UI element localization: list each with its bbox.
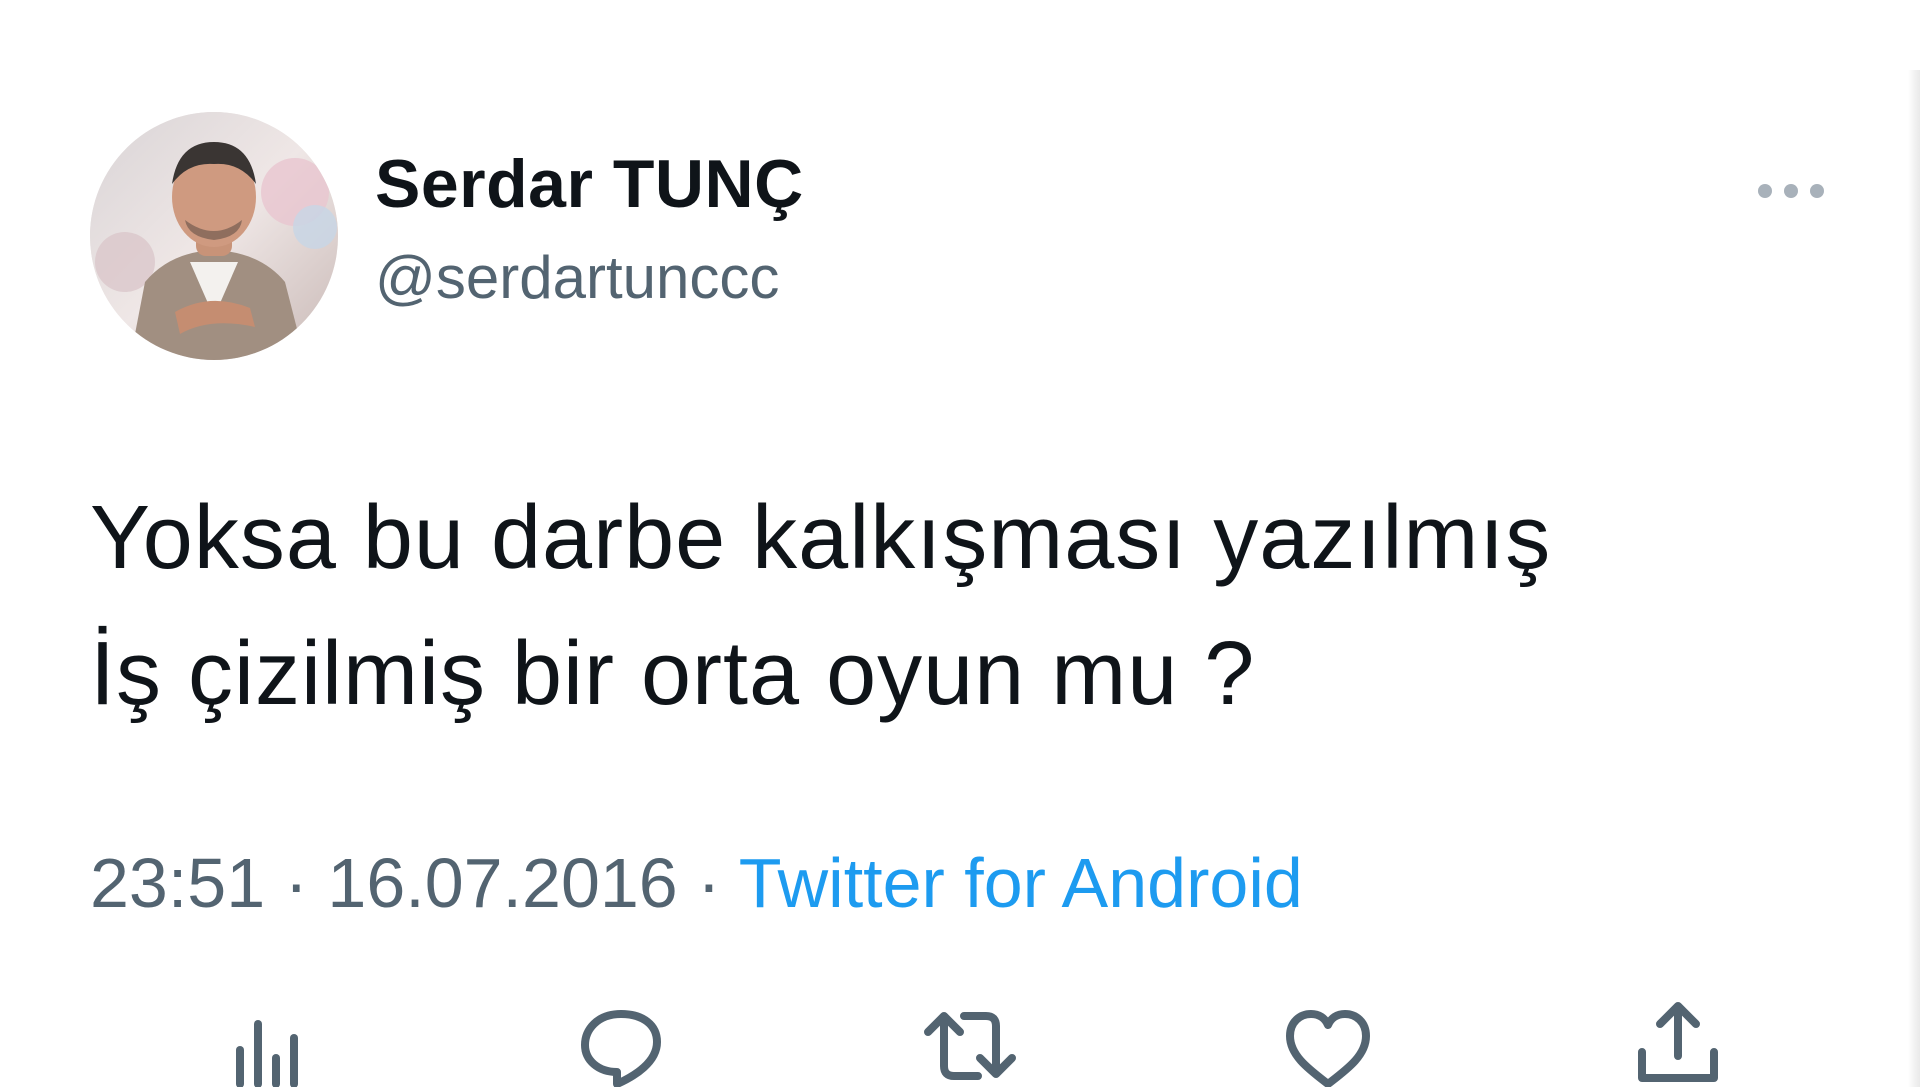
meta-separator: ·	[284, 844, 308, 922]
more-dot	[1758, 184, 1772, 198]
tweet-actions-bar	[0, 1000, 1920, 1087]
tweet-text: Yoksa bu darbe kalkışması yazılmış İş çi…	[90, 470, 1740, 742]
more-dot	[1810, 184, 1824, 198]
display-name[interactable]: Serdar TUNÇ	[375, 150, 804, 218]
tweet-meta: 23:51 · 16.07.2016 · Twitter for Android	[90, 848, 1303, 918]
tweet-date[interactable]: 16.07.2016	[327, 844, 677, 922]
more-dot	[1784, 184, 1798, 198]
tweet-text-line: Yoksa bu darbe kalkışması yazılmış	[90, 488, 1552, 588]
reply-icon[interactable]	[573, 1000, 669, 1087]
avatar-photo	[90, 112, 338, 360]
analytics-icon[interactable]	[222, 1000, 318, 1087]
meta-separator: ·	[697, 844, 721, 922]
tweet-card: Serdar TUNÇ @serdartunccc Yoksa bu darbe…	[0, 0, 1920, 1087]
tweet-time[interactable]: 23:51	[90, 844, 265, 922]
more-dots-icon[interactable]	[1758, 176, 1824, 206]
share-icon[interactable]	[1630, 1000, 1726, 1087]
avatar[interactable]	[90, 112, 338, 360]
like-icon[interactable]	[1280, 1000, 1376, 1087]
tweet-text-line: İş çizilmiş bir orta oyun mu ?	[90, 624, 1256, 724]
retweet-icon[interactable]	[922, 1000, 1018, 1087]
tweet-source-link[interactable]: Twitter for Android	[739, 844, 1303, 922]
user-handle[interactable]: @serdartunccc	[375, 248, 779, 308]
card-edge-shadow	[1908, 70, 1920, 1087]
